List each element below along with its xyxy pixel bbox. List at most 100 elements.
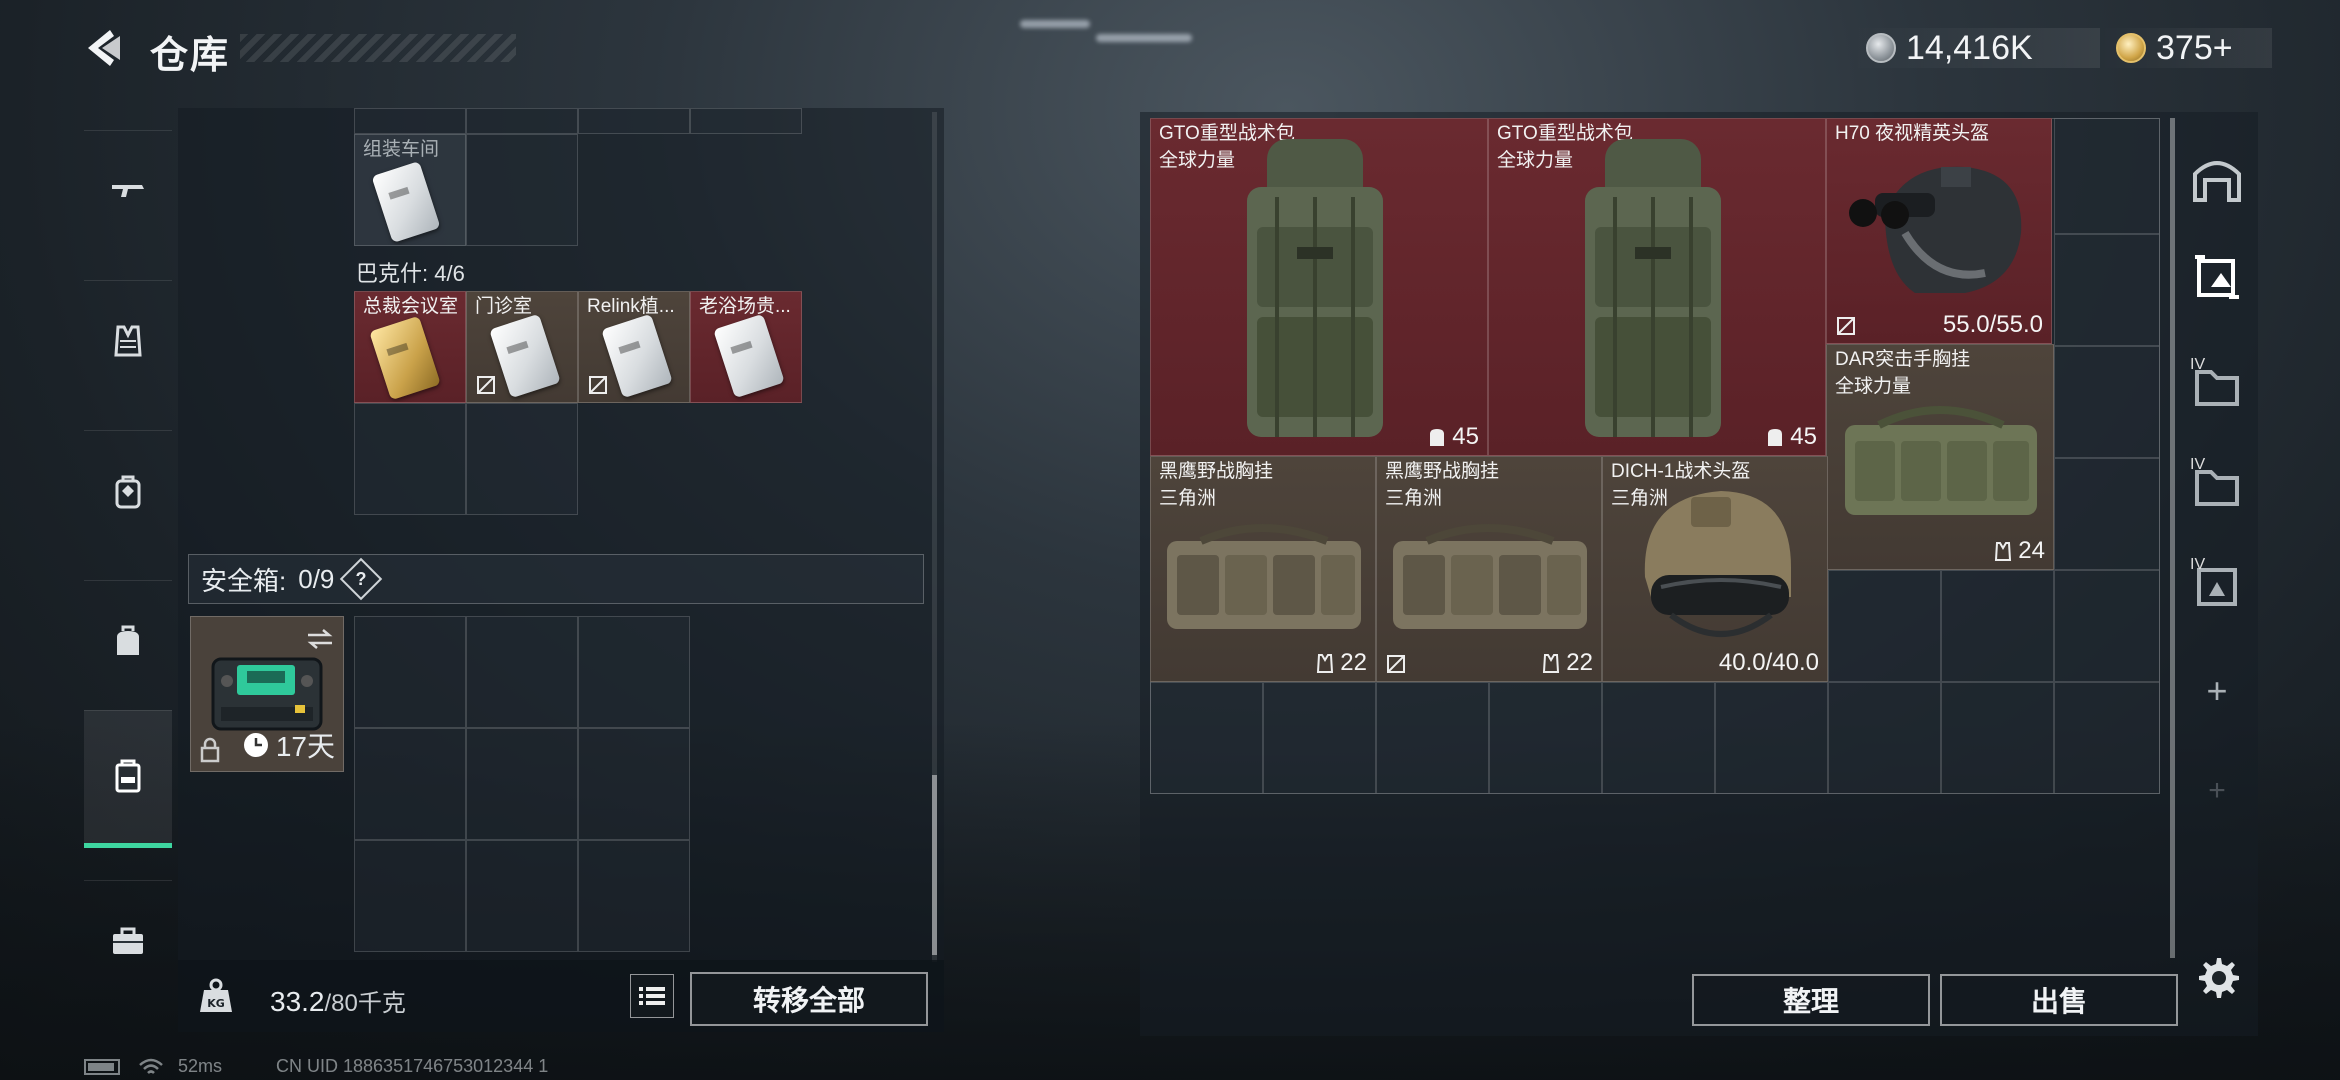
sort-button[interactable]: 整理 [1692,974,1930,1026]
key-item[interactable]: 门诊室 [466,291,578,403]
weight-icon: KG [200,978,232,1012]
nav-item-weapons[interactable] [84,130,172,250]
tactical-helmet-icon [1644,491,1791,637]
grid-cell [466,134,578,246]
inventory-item-backpack[interactable]: GTO重型战术包 全球力量 45 [1150,118,1488,456]
grid-cell [2054,118,2160,234]
no-insure-icon [477,376,495,394]
pack-icon [117,625,139,655]
item-faction: 三角洲 [1385,488,1443,509]
inventory-item-chest-rig[interactable]: DAR突击手胸挂 全球力量 24 [1826,344,2054,570]
key-item[interactable]: 总裁会议室 [354,291,466,403]
nav-item-backpack[interactable] [84,430,172,550]
chest-rig-icon [1845,406,2037,515]
inventory-tabs: IV IV IV + + [2180,112,2254,912]
add-tab-button[interactable]: + [2180,642,2254,740]
item-faction: 全球力量 [1159,150,1236,171]
no-insure-icon [1837,317,1855,335]
keycard-icon [713,313,785,399]
gold-currency[interactable]: 375+ [2100,28,2272,68]
grid-cell [354,840,466,952]
nav-item-container[interactable] [84,710,172,848]
vest-icon [114,325,142,356]
ceiling-light [1020,20,1090,28]
title-decoration [240,34,516,62]
safebox-duration: 17天 [275,731,335,762]
stash-scroll-thumb[interactable] [932,775,937,955]
item-faction: 三角洲 [1159,488,1217,509]
clock-icon [243,733,268,757]
inventory-item-helmet[interactable]: DICH-1战术头盔 三角洲 40.0/40.0 [1602,456,1828,682]
grid-cell [2054,346,2160,458]
briefcase-icon [113,927,143,954]
item-capacity: 22 [1314,649,1367,677]
key-item[interactable]: 老浴场贵... [690,291,802,403]
grid-cell [578,840,690,952]
container-icon [115,759,141,793]
item-name: 黑鹰野战胸挂 [1385,461,1500,482]
backpack-icon [1247,139,1383,437]
inventory-item-chest-rig[interactable]: 黑鹰野战胸挂 三角洲 22 [1150,456,1376,682]
inventory-item-backpack[interactable]: GTO重型战术包 全球力量 45 [1488,118,1826,456]
no-insure-icon [1387,655,1405,673]
gold-amount: 375+ [2156,28,2233,67]
grid-cell [1715,682,1828,794]
gold-coin-icon [2116,33,2146,63]
list-icon [639,987,665,1005]
tab-all[interactable] [2180,130,2254,228]
item-name: 总裁会议室 [363,296,459,317]
page-title: 仓库 [150,35,231,77]
grid-cell [2054,458,2160,570]
tab-storage-4a[interactable]: IV [2180,336,2254,434]
back-button[interactable] [80,24,128,72]
grid-cell [354,616,466,728]
weight-value: 33.2 [270,986,325,1017]
grid-cell [354,403,466,515]
inventory-item-helmet[interactable]: H70 夜视精英头盔 55.0/55.0 [1826,118,2052,344]
inventory-scroll-thumb[interactable] [2170,118,2175,958]
key-item-assembly[interactable]: 组装车间 [354,134,466,246]
nav-item-vest[interactable] [84,280,172,400]
settings-button[interactable] [2192,952,2242,1002]
grid-cell [1263,682,1376,794]
sell-button[interactable]: 出售 [1940,974,2178,1026]
keycard-icon [489,313,561,399]
battery-icon [84,1058,120,1075]
safebox-header: 安全箱: 0/9 ? [188,554,924,604]
item-durability: 40.0/40.0 [1718,649,1819,676]
svg-text:KG: KG [207,997,225,1010]
item-capacity: 45 [1764,423,1817,451]
keycard-icon [601,313,673,399]
backpack-small-icon [1430,429,1445,446]
grid-cell [1941,570,2054,682]
grid-cell [578,728,690,840]
grid-cell [466,108,578,134]
vest-small-icon [1995,542,2012,561]
no-insure-icon [589,376,607,394]
grid-cell [578,108,690,134]
nav-item-pack[interactable] [84,580,172,700]
help-icon[interactable]: ? [340,557,383,601]
item-capacity: 24 [1992,537,2045,565]
safebox-item[interactable]: 17天 [190,616,344,772]
chest-rig-icon [1393,524,1587,629]
silver-currency[interactable]: 14,416K [1850,28,2100,68]
item-name: 门诊室 [475,296,533,317]
tab-equipment[interactable] [2180,228,2254,326]
grid-cell [354,108,466,134]
status-bar: 52ms CN UID 1886351746753012344 1 [84,1056,548,1077]
keycard-icon [369,315,441,401]
nav-item-briefcase[interactable] [84,880,172,1000]
item-name: 黑鹰野战胸挂 [1159,461,1274,482]
tab-storage-4b[interactable]: IV [2180,436,2254,534]
list-view-button[interactable] [630,974,674,1018]
inventory-item-chest-rig[interactable]: 黑鹰野战胸挂 三角洲 22 [1376,456,1602,682]
uid-text: CN UID 1886351746753012344 1 [276,1056,549,1076]
tab-storage-4c[interactable]: IV [2180,536,2254,634]
back-arrow-icon [88,30,120,66]
transfer-all-button[interactable]: 转移全部 [690,972,928,1026]
key-item[interactable]: Relink植... [578,291,690,403]
keycard-icon [371,160,441,244]
safebox-title: 安全箱: [201,565,287,596]
swap-icon[interactable] [305,627,335,651]
